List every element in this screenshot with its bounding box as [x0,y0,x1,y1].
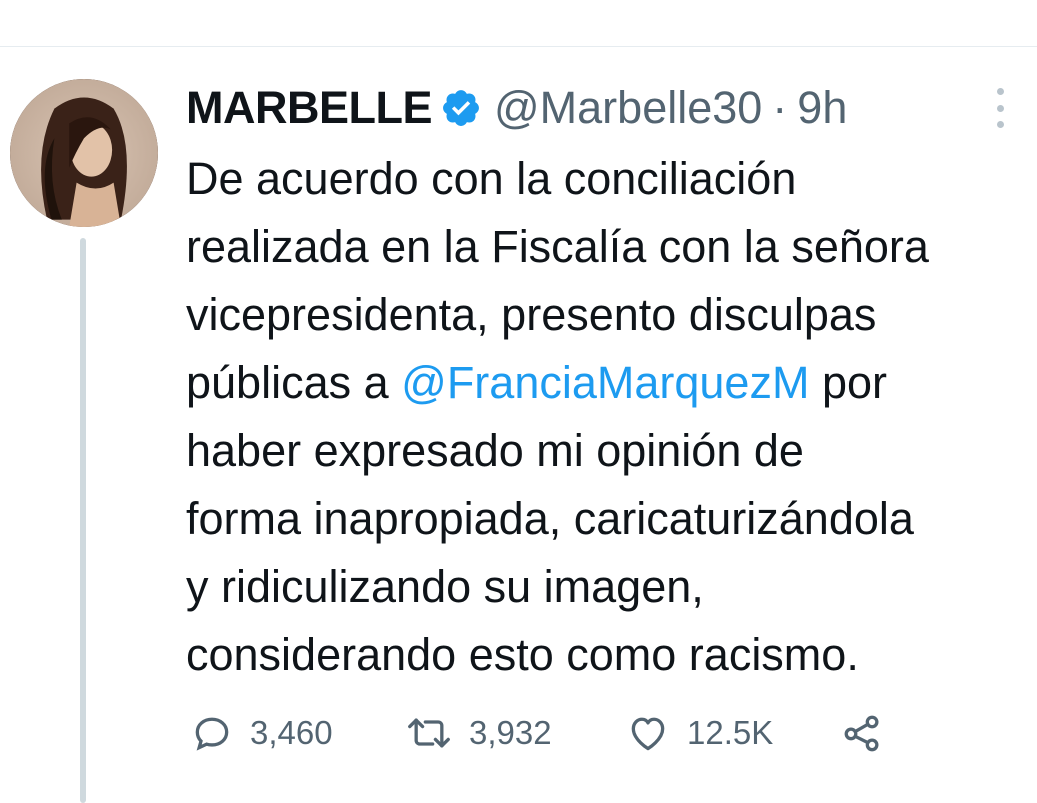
tweet-line-before: públicas a [186,357,402,408]
handle[interactable]: @Marbelle30 [494,82,762,134]
top-divider [0,46,1037,47]
retweet-icon [405,711,453,755]
reply-count: 3,460 [250,714,333,751]
reply-icon [190,711,234,755]
share-button[interactable] [839,711,885,755]
tweet-text: De acuerdo con la conciliación realizada… [186,145,1026,689]
tweet-line: forma inapropiada, caricaturizándola [186,493,914,544]
tweet-line: considerando esto como racismo. [186,629,859,680]
tweet-line: realizada en la Fiscalía con la señora [186,221,929,272]
tweet-line: vicepresidenta, presento disculpas [186,289,877,340]
thread-line [80,238,86,803]
like-button[interactable]: 12.5K [625,711,839,755]
more-options-icon[interactable] [993,88,1007,128]
tweet-line: De acuerdo con la conciliación [186,153,797,204]
retweet-count: 3,932 [469,714,552,751]
tweet-line: haber expresado mi opinión de [186,425,804,476]
display-name[interactable]: MARBELLE [186,82,432,134]
share-icon [839,711,885,755]
avatar-photo [10,79,158,227]
timestamp[interactable]: 9h [797,82,847,134]
separator-dot: · [772,82,788,133]
tweet-actions: 3,460 3,932 12.5K [190,708,885,758]
mention-link[interactable]: @FranciaMarquezM [401,357,809,408]
tweet-line: públicas a @FranciaMarquezM por [186,349,1026,417]
avatar[interactable] [10,79,158,227]
tweet-header: MARBELLE @Marbelle30 · 9h [186,80,1017,136]
tweet-line-after: por [809,357,887,408]
heart-icon [625,711,671,755]
retweet-button[interactable]: 3,932 [405,711,625,755]
reply-button[interactable]: 3,460 [190,711,405,755]
tweet-line: y ridiculizando su imagen, [186,561,704,612]
like-count: 12.5K [687,714,774,751]
verified-badge-icon [440,87,482,129]
